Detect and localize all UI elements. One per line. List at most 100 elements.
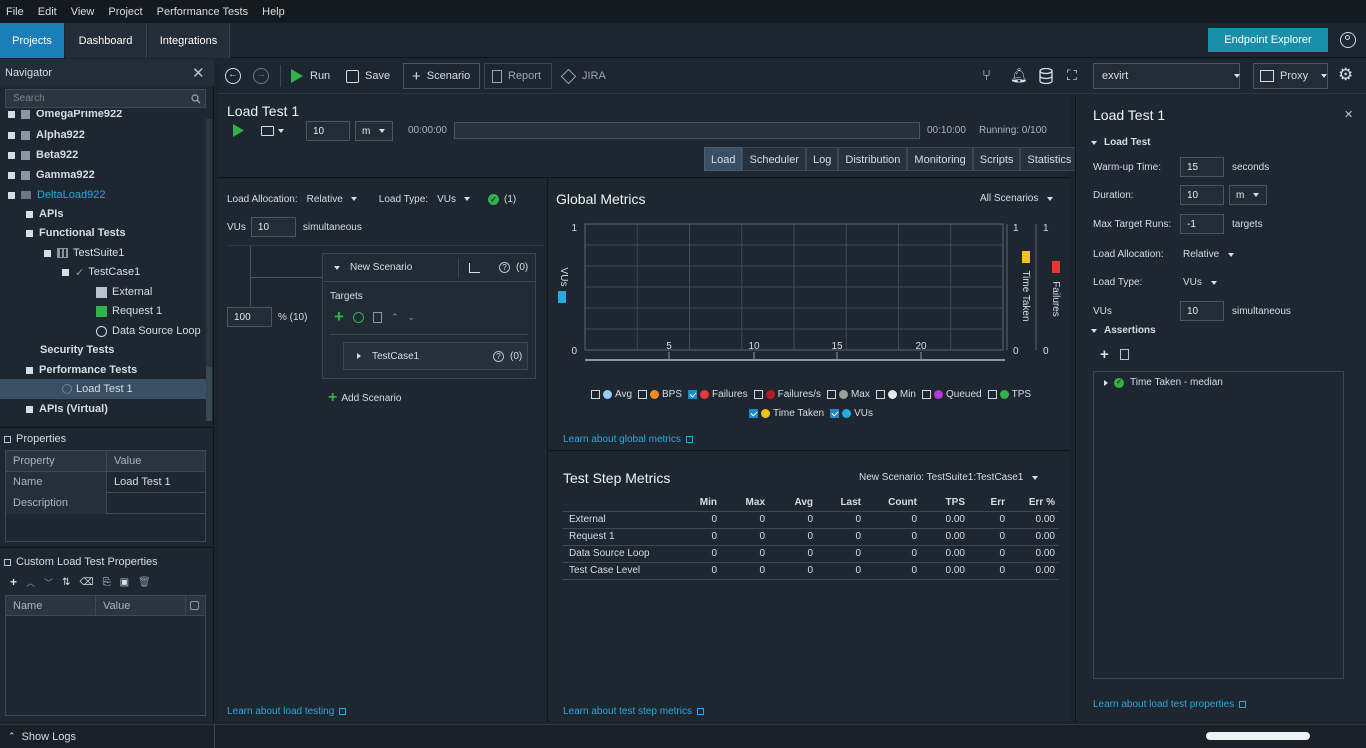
table-row[interactable]: Request 1 0 0 0 0 0 0.00 0 0.00: [563, 528, 1059, 546]
table-row[interactable]: Test Case Level 0 0 0 0 0 0.00 0 0.00: [563, 562, 1059, 580]
tab-monitoring[interactable]: Monitoring: [907, 147, 973, 171]
load-type-select[interactable]: VUs: [1183, 277, 1217, 288]
warmup-input[interactable]: 15: [1180, 157, 1224, 177]
back-icon[interactable]: ←: [225, 68, 241, 84]
collapse-icon[interactable]: [334, 265, 340, 270]
legend-checkbox[interactable]: [590, 389, 600, 399]
column-header[interactable]: Err: [969, 494, 1009, 512]
load-alloc-select[interactable]: Relative: [1183, 249, 1235, 260]
branch-icon[interactable]: ⑂: [982, 67, 991, 84]
scenario-button[interactable]: + Scenario: [403, 63, 480, 89]
proxy-select[interactable]: Proxy: [1253, 63, 1328, 89]
close-icon[interactable]: ✕: [192, 64, 205, 82]
duration-input[interactable]: 10: [1180, 185, 1224, 205]
legend-item[interactable]: Time Taken: [748, 408, 824, 419]
save-button[interactable]: Save: [346, 67, 390, 85]
legend-item[interactable]: BPS: [638, 389, 682, 400]
legend-checkbox[interactable]: [748, 408, 758, 418]
tab-dashboard[interactable]: Dashboard: [65, 23, 147, 58]
collapse-box-icon[interactable]: [4, 435, 11, 443]
legend-item[interactable]: Failures/s: [753, 389, 821, 400]
tree-item-beta[interactable]: Beta922: [8, 145, 78, 165]
table-row[interactable]: Data Source Loop 0 0 0 0 0 0.00 0 0.00: [563, 545, 1059, 563]
assertion-item[interactable]: ✓ Time Taken - median: [1094, 372, 1343, 388]
tree-item-apis-virtual[interactable]: APIs (Virtual): [26, 399, 108, 419]
legend-item[interactable]: Min: [875, 389, 916, 400]
add-scenario-button[interactable]: + Add Scenario: [328, 389, 401, 406]
scenario-name[interactable]: New Scenario: [350, 262, 412, 273]
help-icon[interactable]: ?: [499, 262, 510, 273]
property-row[interactable]: Name Load Test 1: [6, 471, 205, 493]
add-icon[interactable]: +: [1100, 346, 1109, 363]
menu-file[interactable]: File: [6, 6, 24, 18]
monitor-select[interactable]: [261, 124, 284, 138]
bell-icon[interactable]: 🔔︎: [1010, 67, 1028, 84]
column-header[interactable]: TPS: [921, 494, 969, 512]
max-runs-input[interactable]: -1: [1180, 214, 1224, 234]
duration-unit-select[interactable]: m: [355, 121, 393, 141]
learn-global-metrics-link[interactable]: Learn about global metrics: [563, 434, 693, 445]
show-logs-button[interactable]: ⌃ Show Logs: [0, 724, 215, 748]
navigator-search[interactable]: Search: [5, 89, 206, 108]
tab-statistics[interactable]: Statistics: [1020, 147, 1079, 171]
move-up-icon[interactable]: ⌃: [391, 312, 399, 323]
chart-icon[interactable]: [469, 263, 480, 273]
vus-input[interactable]: 10: [1180, 301, 1224, 321]
legend-checkbox[interactable]: [826, 389, 836, 399]
column-header[interactable]: Count: [865, 494, 921, 512]
column-settings-icon[interactable]: [190, 601, 199, 610]
network-icon[interactable]: ⛶: [1067, 67, 1077, 84]
percent-input[interactable]: 100: [227, 307, 272, 327]
add-icon[interactable]: +: [334, 307, 344, 327]
column-header[interactable]: Min: [681, 494, 721, 512]
scenario-filter[interactable]: All Scenarios: [980, 193, 1054, 204]
move-up-icon[interactable]: ︿: [26, 576, 35, 589]
duration-unit-select[interactable]: m: [1229, 185, 1267, 205]
tree-item-load-test[interactable]: Load Test 1: [0, 379, 206, 399]
export-icon[interactable]: ▣: [120, 577, 129, 588]
user-account-icon[interactable]: [1340, 32, 1356, 48]
navigator-scrollbar[interactable]: [206, 119, 212, 421]
tab-scripts[interactable]: Scripts: [972, 147, 1021, 171]
tab-integrations[interactable]: Integrations: [148, 23, 230, 58]
tree-item-alpha[interactable]: Alpha922: [8, 125, 85, 145]
property-value[interactable]: Load Test 1: [107, 476, 171, 488]
tab-scheduler[interactable]: Scheduler: [742, 147, 807, 171]
delete-icon[interactable]: [1119, 348, 1129, 360]
legend-checkbox[interactable]: [875, 389, 885, 399]
legend-item[interactable]: Queued: [922, 389, 982, 400]
duration-input[interactable]: 10: [306, 121, 350, 141]
column-header[interactable]: [563, 494, 681, 512]
learn-test-step-link[interactable]: Learn about test step metrics: [563, 706, 704, 717]
clear-icon[interactable]: ⌫: [79, 577, 93, 588]
menu-performance-tests[interactable]: Performance Tests: [157, 6, 249, 18]
import-icon[interactable]: ⎘: [103, 577, 111, 588]
legend-checkbox[interactable]: [830, 408, 840, 418]
tab-distribution[interactable]: Distribution: [838, 147, 908, 171]
learn-load-testing-link[interactable]: Learn about load testing: [227, 706, 347, 717]
legend-checkbox[interactable]: [638, 389, 648, 399]
database-icon[interactable]: [1039, 68, 1053, 84]
column-header[interactable]: Last: [817, 494, 865, 512]
tree-item-external[interactable]: External: [96, 282, 152, 302]
close-icon[interactable]: ✕: [1344, 108, 1353, 121]
property-row[interactable]: Description: [6, 492, 205, 514]
menu-project[interactable]: Project: [108, 6, 142, 18]
tree-item-datasource-loop[interactable]: Data Source Loop: [96, 321, 201, 341]
menu-help[interactable]: Help: [262, 6, 285, 18]
refresh-icon[interactable]: [352, 311, 364, 323]
legend-item[interactable]: Max: [826, 389, 870, 400]
tab-projects[interactable]: Projects: [0, 23, 64, 58]
tab-load[interactable]: Load: [704, 147, 743, 171]
load-type-select[interactable]: VUs: [437, 194, 470, 205]
tree-item-omegaprime[interactable]: OmegaPrime922: [8, 110, 122, 121]
legend-checkbox[interactable]: [688, 389, 698, 399]
tree-item-performance-tests[interactable]: Performance Tests: [26, 360, 137, 380]
forward-icon[interactable]: →: [253, 68, 269, 84]
help-icon[interactable]: ?: [493, 351, 504, 362]
tree-item-request[interactable]: Request 1: [96, 301, 162, 321]
legend-checkbox[interactable]: [987, 389, 997, 399]
delete-icon[interactable]: [372, 311, 382, 323]
legend-checkbox[interactable]: [753, 389, 763, 399]
run-button[interactable]: Run: [290, 67, 330, 85]
